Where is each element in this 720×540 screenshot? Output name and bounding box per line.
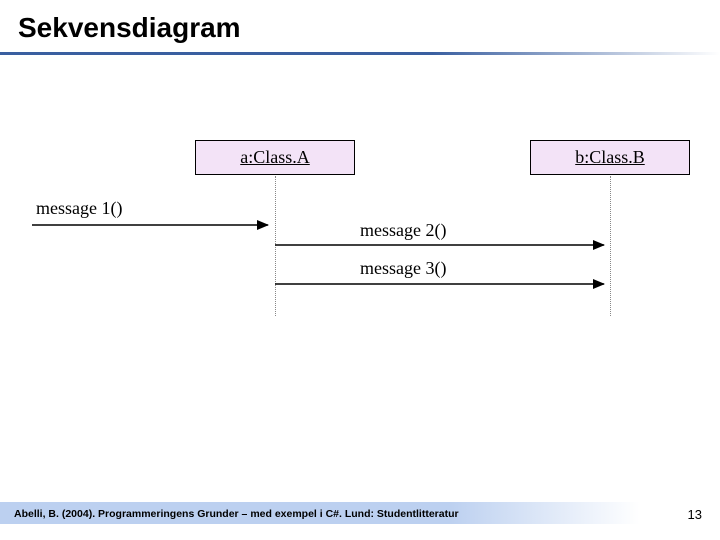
message-1-label: message 1(): [36, 198, 122, 219]
sequence-diagram: a:Class.A b:Class.B message 1() message …: [0, 140, 720, 400]
message-3-label: message 3(): [360, 258, 446, 279]
page-number: 13: [688, 507, 702, 522]
message-2-label: message 2(): [360, 220, 446, 241]
title-underline: [0, 52, 720, 55]
footer-citation: Abelli, B. (2004). Programmeringens Grun…: [14, 508, 459, 520]
slide-title: Sekvensdiagram: [0, 0, 720, 44]
